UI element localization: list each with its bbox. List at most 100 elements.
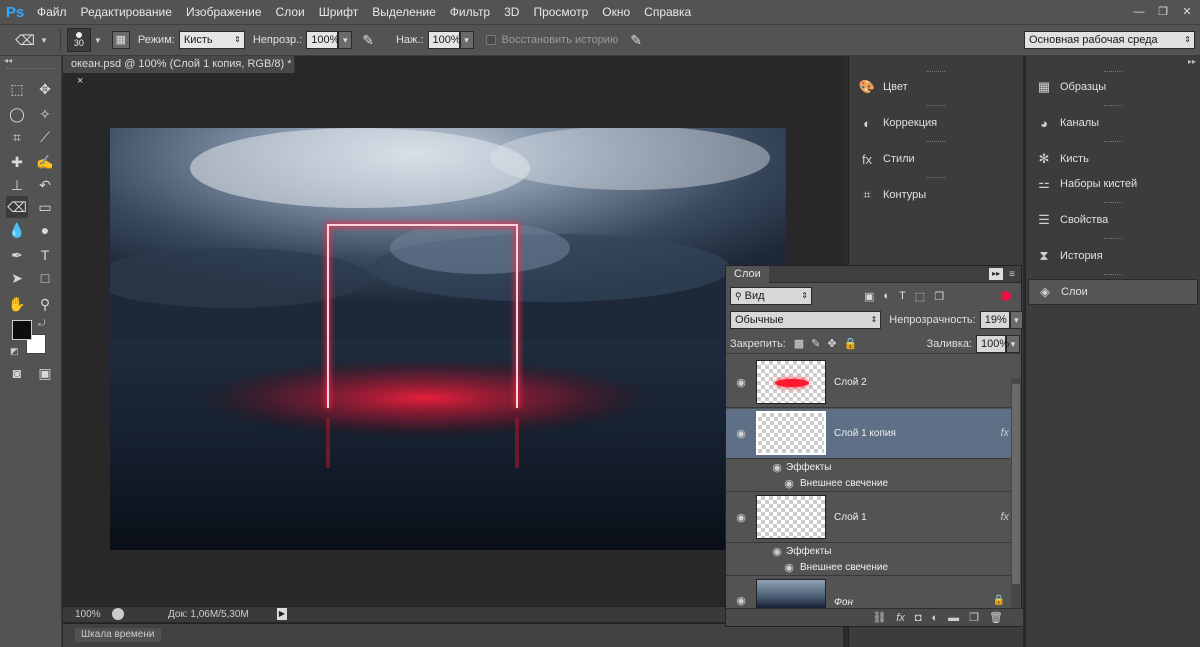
status-menu-arrow-icon[interactable]: ▶ [277, 608, 287, 620]
brush-panel-toggle-icon[interactable]: ▦ [111, 31, 130, 49]
eye-icon[interactable]: ◉ [734, 429, 748, 440]
filter-toggle-icon[interactable] [1001, 291, 1011, 301]
panel-channels[interactable]: ◕ Каналы [1028, 110, 1198, 136]
path-selection-tool-icon[interactable]: ➤ [6, 267, 28, 289]
layer-row[interactable]: ◉ Фон 🔒 [726, 577, 1013, 609]
link-layers-icon[interactable]: ⛓ [872, 611, 886, 624]
pen-tool-icon[interactable]: ✒ [6, 244, 28, 266]
panel-color[interactable]: 🎨 Цвет [851, 74, 1021, 100]
hand-tool-icon[interactable]: ✋ [6, 293, 28, 315]
panel-brush-presets[interactable]: ⚍ Наборы кистей [1028, 171, 1198, 197]
move-tool-icon[interactable]: ✥ [34, 78, 56, 100]
add-layer-style-icon[interactable]: fx [896, 612, 905, 624]
menu-type[interactable]: Шрифт [312, 0, 365, 24]
tablet-opacity-icon[interactable]: ✎ [362, 32, 374, 49]
quick-mask-icon[interactable]: ◙ [6, 362, 28, 384]
collapse-dock-icon[interactable]: ▸▸ [1188, 57, 1196, 66]
fill-input[interactable]: 100% [976, 334, 1009, 353]
tool-preset-arrow-icon[interactable]: ▼ [40, 36, 48, 45]
panel-adjustments[interactable]: ◐ Коррекция [851, 110, 1021, 136]
layer-row-selected[interactable]: ◉ Слой 1 копия fx [726, 409, 1013, 459]
effect-row[interactable]: ◉ Внешнее свечение [726, 560, 1013, 576]
workspace-select[interactable]: Основная рабочая среда ⇕ [1024, 31, 1195, 49]
menu-edit[interactable]: Редактирование [74, 0, 179, 24]
layer-filter-select[interactable]: ⚲ Вид ⇕ [730, 287, 812, 305]
type-tool-icon[interactable]: T [34, 244, 56, 266]
eye-icon[interactable]: ◉ [734, 513, 748, 524]
menu-3d[interactable]: 3D [497, 0, 526, 24]
layer-row[interactable]: ◉ Слой 1 fx [726, 493, 1013, 543]
shape-tool-icon[interactable]: □ [34, 267, 56, 289]
new-layer-icon[interactable]: ❐ [969, 611, 979, 624]
pressure-dropdown-icon[interactable]: ▾ [459, 31, 474, 49]
eye-icon[interactable]: ◉ [770, 463, 784, 474]
lock-position-icon[interactable]: ✥ [827, 337, 836, 350]
layer-fx-badge[interactable]: fx [1000, 427, 1009, 439]
blend-mode-select[interactable]: Обычные ⇕ [730, 311, 882, 329]
eye-icon[interactable]: ◉ [734, 596, 748, 607]
panel-grip[interactable] [1026, 138, 1200, 146]
filter-adjustment-icon[interactable]: ◐ [883, 290, 890, 302]
restore-history-checkbox[interactable] [485, 35, 496, 45]
healing-brush-tool-icon[interactable]: ✚ [6, 151, 28, 173]
layer-row[interactable]: ◉ Слой 2 [726, 358, 1013, 408]
panel-paths[interactable]: ⌗ Контуры [851, 182, 1021, 208]
brush-tool-icon[interactable]: ✍ [34, 151, 56, 173]
mode-select[interactable]: Кисть ⇕ [178, 31, 245, 49]
filter-smart-object-icon[interactable]: ❐ [934, 290, 944, 303]
panel-grip[interactable] [849, 102, 1023, 110]
eye-icon[interactable]: ◉ [770, 547, 784, 558]
dodge-tool-icon[interactable]: ● [34, 219, 56, 241]
menu-file[interactable]: Файл [30, 0, 74, 24]
layer-name[interactable]: Фон [834, 597, 853, 608]
restore-icon[interactable]: ❐ [1156, 6, 1170, 18]
panel-grip[interactable] [1026, 235, 1200, 243]
layer-name[interactable]: Слой 1 [834, 512, 867, 523]
menu-view[interactable]: Просмотр [526, 0, 595, 24]
eye-icon[interactable]: ◉ [782, 563, 796, 574]
menu-select[interactable]: Выделение [365, 0, 443, 24]
share-icon[interactable] [112, 608, 124, 620]
new-adjustment-layer-icon[interactable]: ◐ [932, 612, 939, 624]
swap-colors-icon[interactable]: ⤾ [38, 318, 46, 329]
effect-row[interactable]: ◉ Внешнее свечение [726, 476, 1013, 492]
effects-row[interactable]: ◉ Эффекты [726, 460, 1013, 476]
panel-grip[interactable] [849, 138, 1023, 146]
crop-tool-icon[interactable]: ⌗ [6, 126, 28, 148]
zoom-level[interactable]: 100% [75, 609, 101, 620]
close-icon[interactable]: ✕ [1180, 6, 1194, 18]
opacity-input[interactable]: 100% [306, 31, 339, 49]
panel-grip[interactable] [1026, 102, 1200, 110]
default-colors-icon[interactable]: ◩ [10, 346, 19, 357]
scrollbar-thumb[interactable] [1012, 384, 1020, 584]
blur-tool-icon[interactable]: 💧 [6, 219, 28, 241]
marquee-tool-icon[interactable]: ⬚ [6, 78, 28, 100]
menu-image[interactable]: Изображение [179, 0, 269, 24]
tablet-size-icon[interactable]: ✎ [630, 32, 642, 49]
document-info[interactable]: Док: 1,06M/5,30M [168, 609, 249, 620]
eraser-tool-icon[interactable]: ⌫ [10, 32, 40, 49]
panel-styles[interactable]: fx Стили [851, 146, 1021, 172]
layers-panel-title[interactable]: Слои [726, 265, 769, 283]
layers-scrollbar[interactable] [1011, 378, 1021, 610]
delete-layer-icon[interactable]: 🗑 [989, 611, 1003, 624]
filter-pixel-icon[interactable]: ▣ [864, 290, 874, 303]
lock-all-icon[interactable]: 🔒 [844, 337, 858, 350]
panel-layers[interactable]: ◈ Слои [1028, 279, 1198, 305]
panel-swatches[interactable]: ▦ Образцы [1028, 74, 1198, 100]
menu-layers[interactable]: Слои [269, 0, 312, 24]
collapse-panel-icon[interactable]: ▸▸ [989, 268, 1004, 280]
panel-grip[interactable] [849, 174, 1023, 182]
lasso-tool-icon[interactable]: ◯ [6, 103, 28, 125]
eyedropper-tool-icon[interactable]: ⟋ [34, 126, 56, 148]
effects-row[interactable]: ◉ Эффекты [726, 544, 1013, 560]
panel-menu-icon[interactable]: ≡ [1009, 269, 1015, 280]
menu-help[interactable]: Справка [637, 0, 698, 24]
layer-opacity-dropdown-icon[interactable]: ▾ [1009, 311, 1023, 329]
minimize-icon[interactable]: — [1132, 6, 1146, 18]
timeline-label[interactable]: Шкала времени [75, 628, 161, 642]
lock-transparent-icon[interactable]: ▩ [794, 337, 804, 350]
filter-shape-icon[interactable]: ⬚ [915, 290, 925, 303]
add-mask-icon[interactable]: ◘ [915, 612, 922, 624]
brush-picker-arrow-icon[interactable]: ▼ [94, 36, 102, 45]
